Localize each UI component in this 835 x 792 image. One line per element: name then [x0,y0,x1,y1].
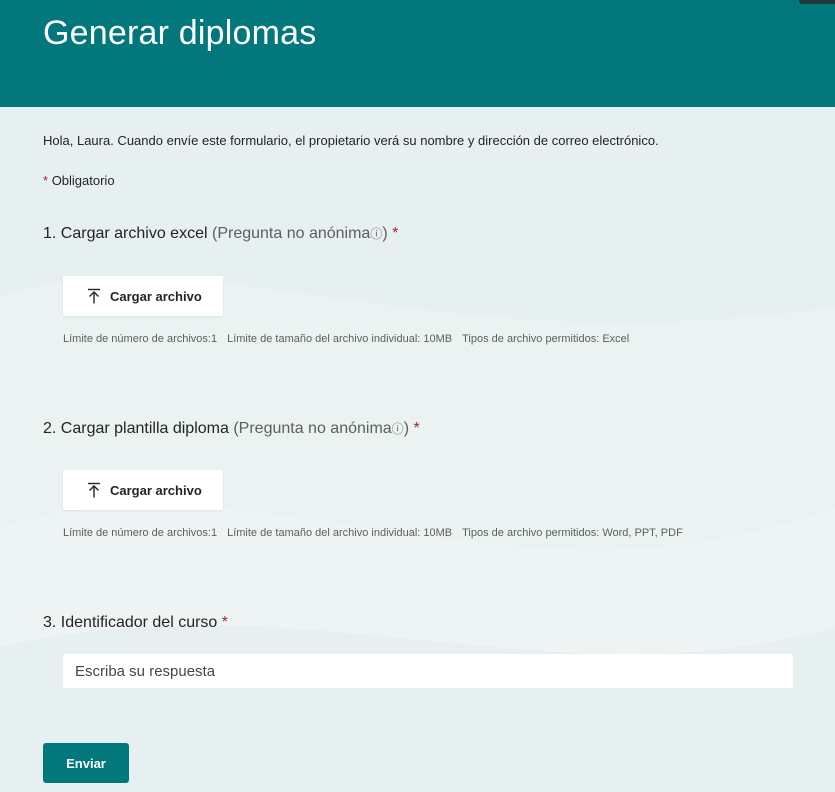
non-anonymous-text: (Pregunta no anónima [211,225,371,242]
upload-button-label: Cargar archivo [110,482,202,498]
non-anonymous-note: (Pregunta no anónimaⓘ) [233,420,409,437]
question-2-title: 2. Cargar plantilla diploma (Pregunta no… [43,420,420,438]
submit-button[interactable]: Enviar [43,743,129,783]
question-text: Cargar archivo excel [60,225,208,242]
upload-arrow-icon [88,288,100,304]
form-header: Generar diplomas [0,0,835,107]
question-number: 2. [43,420,57,437]
file-count-limit: Límite de número de archivos:1 [63,333,218,345]
form-title: Generar diplomas [43,14,317,52]
question-text: Identificador del curso [60,614,218,631]
question-number: 3. [43,614,57,631]
question-number: 1. [43,225,57,242]
upload-limits-2: Límite de número de archivos:1 Límite de … [63,527,683,539]
info-icon[interactable]: ⓘ [392,422,404,436]
file-type-limit: Tipos de archivo permitidos: Excel [462,333,630,345]
upload-file-button-2[interactable]: Cargar archivo [63,470,223,510]
info-icon[interactable]: ⓘ [370,227,382,241]
required-star: * [413,420,420,437]
required-legend: * Obligatorio [43,173,115,188]
upload-limits-1: Límite de número de archivos:1 Límite de … [63,333,629,345]
file-count-limit: Límite de número de archivos:1 [63,527,218,539]
file-size-limit: Límite de tamaño del archivo individual:… [227,333,453,345]
non-anonymous-text: (Pregunta no anónima [233,420,392,437]
file-type-limit: Tipos de archivo permitidos: Word, PPT, … [462,527,683,539]
required-star: * [221,614,229,631]
form-body: Hola, Laura. Cuando envíe este formulari… [0,107,835,792]
upload-file-button-1[interactable]: Cargar archivo [63,276,223,316]
corner-tab [799,0,835,4]
course-id-input[interactable] [63,654,793,688]
upload-button-label: Cargar archivo [110,288,202,304]
non-anonymous-close: ) [403,420,410,437]
upload-arrow-icon [88,482,100,498]
question-1-title: 1. Cargar archivo excel (Pregunta no anó… [43,225,398,243]
required-star: * [43,173,49,188]
owner-notice: Hola, Laura. Cuando envíe este formulari… [43,133,659,148]
required-legend-text: Obligatorio [51,173,115,188]
non-anonymous-close: ) [382,225,388,242]
question-3-title: 3. Identificador del curso * [43,614,228,632]
file-size-limit: Límite de tamaño del archivo individual:… [227,527,453,539]
required-star: * [392,225,399,242]
question-text: Cargar plantilla diploma [60,420,229,437]
non-anonymous-note: (Pregunta no anónimaⓘ) [212,225,388,242]
